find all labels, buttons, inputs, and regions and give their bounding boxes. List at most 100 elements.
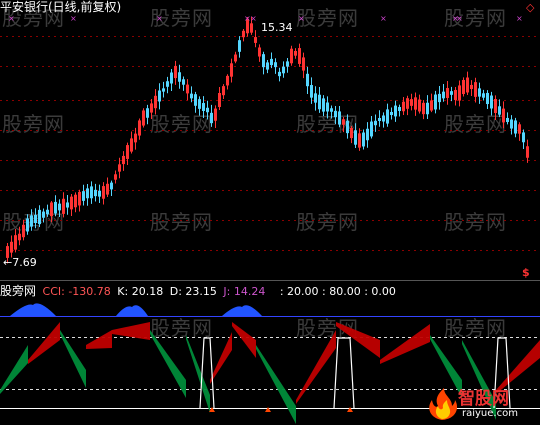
- candle-body: [478, 88, 481, 97]
- candle-body: [182, 79, 185, 85]
- candle-body: [310, 85, 313, 98]
- candle-body: [522, 132, 525, 143]
- brand-name: 智股网: [458, 389, 509, 409]
- low-price-label: ←7.69: [3, 256, 37, 269]
- signal-marker: ×: [250, 14, 257, 23]
- kdj-band: [232, 322, 256, 358]
- candle-body: [202, 103, 205, 111]
- signal-marker: ×: [456, 14, 463, 23]
- candle-body: [374, 120, 377, 126]
- low-price-value: 7.69: [12, 256, 37, 269]
- candle-body: [26, 218, 29, 232]
- candle-body: [98, 190, 101, 197]
- candle-body: [334, 110, 337, 118]
- signal-marker: ×: [8, 14, 15, 23]
- candle-body: [382, 115, 385, 122]
- candle-body: [286, 61, 289, 67]
- candle-body: [66, 202, 69, 208]
- cci-value: CCI: -130.78: [42, 285, 111, 298]
- candle-body: [58, 203, 61, 211]
- candle-body: [314, 93, 317, 103]
- candle-body: [270, 58, 273, 66]
- candle-body: [434, 94, 437, 110]
- candle-body: [266, 62, 269, 70]
- candle-body: [514, 120, 517, 134]
- j-value: J: 14.24: [223, 285, 266, 298]
- kdj-band: [60, 330, 86, 388]
- flame-icon: [429, 388, 458, 420]
- cci-positive-area: [222, 305, 262, 316]
- candle-body: [86, 188, 89, 199]
- kdj-band: [380, 324, 430, 364]
- candle-body: [322, 98, 325, 112]
- candle-body: [318, 94, 321, 110]
- signal-triangle: [265, 407, 271, 412]
- candle-body: [274, 62, 277, 68]
- candle-body: [162, 88, 165, 92]
- candle-body: [506, 117, 509, 123]
- candle-body: [278, 71, 281, 77]
- candle-body: [178, 72, 181, 82]
- kdj-band: [28, 322, 60, 364]
- signal-marker: ×: [380, 14, 387, 23]
- brand-logo: 智股网 raiyue.com: [422, 384, 540, 424]
- kdj-band: [210, 332, 232, 384]
- candle-body: [30, 215, 33, 227]
- candle-body: [34, 214, 37, 224]
- candle-body: [366, 128, 369, 141]
- price-chart-canvas[interactable]: × × × × × × × ×× ×: [0, 0, 540, 425]
- kdj-j-line: [333, 337, 355, 409]
- candle-body: [190, 93, 193, 99]
- candle-body: [398, 107, 401, 111]
- cci-positive-area: [116, 305, 148, 316]
- signal-triangle: [347, 407, 353, 412]
- k-value: K: 20.18: [117, 285, 164, 298]
- signal-marker: ×: [70, 14, 77, 23]
- signal-marker: ×: [516, 14, 523, 23]
- candle-body: [378, 117, 381, 122]
- candle-body: [210, 112, 213, 124]
- kdj-band: [86, 330, 112, 349]
- candle-body: [146, 108, 149, 118]
- candle-body: [330, 108, 333, 112]
- candle-body: [386, 109, 389, 124]
- kdj-band: [296, 330, 336, 404]
- candle-body: [54, 201, 57, 214]
- candle-body: [166, 81, 169, 87]
- candle-body: [46, 209, 49, 215]
- kdj-band: [112, 322, 150, 340]
- candle-body: [498, 106, 501, 115]
- levels-value: : 20.00 : 80.00 : 0.00: [279, 285, 396, 298]
- candle-body: [338, 111, 341, 125]
- diamond-outline-icon[interactable]: ◇: [526, 1, 534, 14]
- candle-body: [306, 73, 309, 87]
- candle-body: [390, 111, 393, 116]
- candle-body: [42, 211, 45, 218]
- candle-body: [426, 102, 429, 115]
- candle-body: [438, 93, 441, 103]
- d-value: D: 23.15: [169, 285, 217, 298]
- high-price-label: 15.34: [261, 21, 293, 34]
- candle-body: [354, 130, 357, 145]
- brand-url: raiyue.com: [462, 408, 518, 419]
- candle-body: [394, 105, 397, 117]
- candle-body: [442, 91, 445, 99]
- candle-body: [206, 107, 209, 113]
- kdj-band: [0, 345, 28, 394]
- candle-body: [326, 102, 329, 112]
- candle-body: [450, 91, 453, 95]
- candle-body: [490, 95, 493, 109]
- candle-body: [82, 191, 85, 201]
- signal-marker: ×: [156, 14, 163, 23]
- candle-body: [482, 93, 485, 98]
- indicator-name: 股旁网: [0, 284, 37, 298]
- candle-body: [198, 99, 201, 109]
- candle-body: [110, 182, 113, 190]
- dollar-marker-icon[interactable]: $: [522, 266, 530, 279]
- candle-body: [486, 92, 489, 105]
- candle-body: [94, 189, 97, 197]
- kdj-band: [186, 335, 210, 413]
- candle-body: [262, 54, 265, 68]
- candle-body: [90, 186, 93, 199]
- stock-chart-window: 股旁网 股旁网 股旁网 股旁网 股旁网 股旁网 股旁网 股旁网 股旁网 股旁网 …: [0, 0, 540, 425]
